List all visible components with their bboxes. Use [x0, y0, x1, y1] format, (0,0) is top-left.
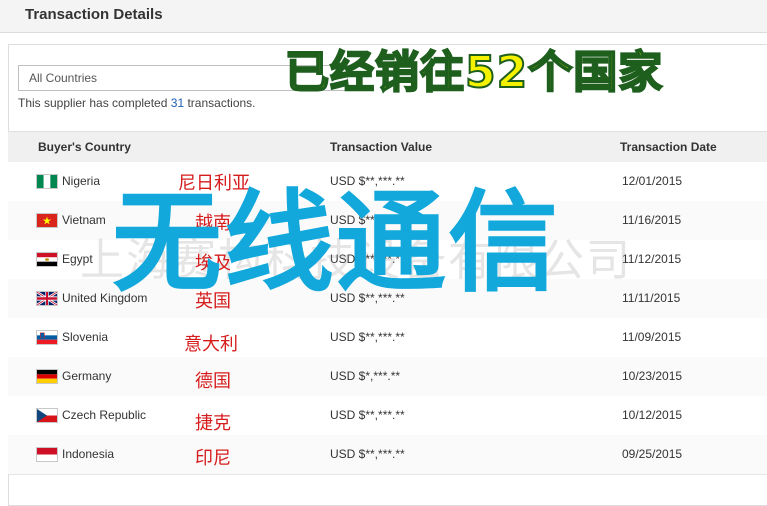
transaction-date: 11/09/2015: [622, 330, 682, 344]
egypt-flag-icon: [36, 252, 58, 267]
table-row: Germany USD $*,***.** 10/23/2015: [8, 357, 767, 397]
country-name: Indonesia: [62, 447, 115, 461]
summary-prefix: This supplier has completed: [18, 96, 168, 110]
header-bar: Transaction Details: [0, 0, 767, 33]
cn-country-label: 捷克: [195, 413, 231, 434]
country-name: Nigeria: [62, 174, 101, 188]
cn-country-label: 印尼: [195, 448, 231, 469]
vietnam-flag-icon: [36, 213, 58, 228]
transaction-value: USD $*,***.**: [330, 369, 401, 383]
cn-country-label: 德国: [195, 371, 231, 392]
column-header-value[interactable]: Transaction Value: [330, 140, 432, 154]
country-name: Germany: [62, 369, 112, 383]
transaction-summary: This supplier has completed 31 transacti…: [18, 96, 256, 110]
transaction-date: 10/23/2015: [622, 369, 683, 383]
transaction-date: 12/01/2015: [622, 174, 683, 188]
nigeria-flag-icon: [36, 174, 58, 189]
germany-flag-icon: [36, 369, 58, 384]
indonesia-flag-icon: [36, 447, 58, 462]
transaction-value: USD $**,***.**: [330, 330, 405, 344]
uk-flag-icon: [36, 291, 58, 306]
wireless-overlay-text: 无线通信: [112, 179, 560, 307]
transaction-date: 11/11/2015: [622, 291, 681, 305]
transaction-value: USD $**,***.**: [330, 447, 405, 461]
table-row: Indonesia USD $**,***.** 09/25/2015: [8, 435, 767, 475]
transaction-date: 10/12/2015: [622, 408, 683, 422]
column-header-country[interactable]: Buyer's Country: [38, 140, 131, 154]
transaction-count: 31: [170, 96, 185, 110]
country-name: Slovenia: [62, 330, 109, 344]
page-title: Transaction Details: [25, 6, 163, 23]
column-header-date[interactable]: Transaction Date: [620, 140, 717, 154]
slovenia-flag-icon: [36, 330, 58, 345]
table-row: Slovenia USD $**,***.** 11/09/2015: [8, 318, 767, 358]
table-header: Buyer's Country Transaction Value Transa…: [8, 131, 767, 163]
transaction-value: USD $**,***.**: [330, 408, 405, 422]
promo-banner: 已经销往52个国家: [284, 46, 664, 99]
country-name: Czech Republic: [62, 408, 147, 422]
summary-suffix: transactions.: [187, 96, 256, 110]
cn-country-label: 意大利: [184, 334, 238, 355]
transaction-date: 09/25/2015: [622, 447, 683, 461]
table-row: Czech Republic USD $**,***.** 10/12/2015: [8, 396, 767, 436]
czech-flag-icon: [36, 408, 58, 423]
